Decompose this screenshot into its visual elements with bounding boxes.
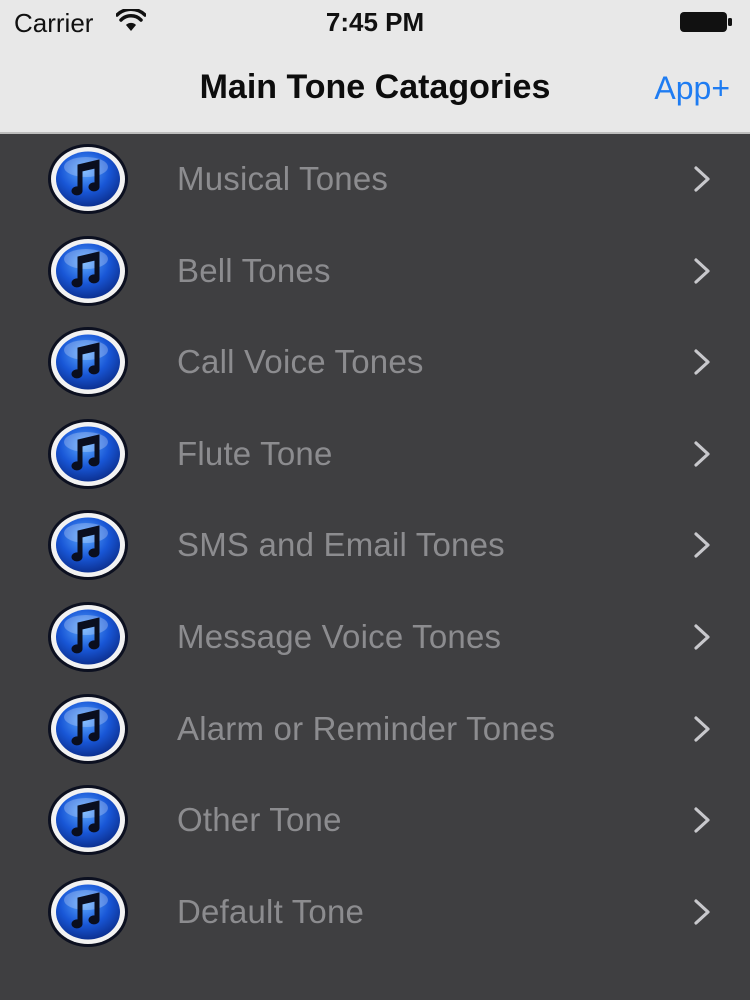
music-note-icon [47, 326, 129, 398]
chevron-right-icon [694, 166, 710, 192]
music-note-icon [47, 784, 129, 856]
list-item-label: Musical Tones [177, 160, 389, 197]
list-item[interactable]: Musical Tones [0, 134, 750, 226]
list-item-label: Flute Tone [177, 434, 333, 472]
list-item-label: Call Voice Tones [177, 343, 424, 381]
chevron-right-icon [694, 349, 710, 375]
chevron-right-icon [694, 899, 710, 925]
status-bar: Carrier 7:45 PM [0, 0, 750, 44]
music-note-icon [47, 509, 129, 581]
app-plus-button[interactable]: App+ [654, 70, 730, 107]
list-item-label: Message Voice Tones [177, 617, 502, 655]
list-item[interactable]: Message Voice Tones [0, 592, 750, 684]
music-note-icon [47, 143, 129, 215]
page-title: Main Tone Catagories [199, 68, 551, 106]
tone-category-list: Musical Tones Bell Tones Call Voice Tones F… [0, 134, 750, 1000]
chevron-right-icon [694, 257, 710, 284]
chevron-right-icon [694, 807, 710, 833]
list-item[interactable]: Other Tone [0, 775, 750, 867]
list-item[interactable]: SMS and Email Tones [0, 500, 750, 592]
list-item-label: Alarm or Reminder Tones [177, 709, 556, 747]
chevron-right-icon [694, 441, 710, 467]
list-item[interactable]: Bell Tones [0, 226, 750, 318]
music-note-icon [47, 235, 129, 307]
battery-icon [680, 12, 732, 32]
chevron-right-icon [694, 715, 710, 742]
music-note-icon [47, 418, 129, 490]
list-item[interactable]: Call Voice Tones [0, 317, 750, 409]
list-item-label: Bell Tones [177, 251, 331, 289]
list-item[interactable]: Alarm or Reminder Tones [0, 684, 750, 776]
chevron-right-icon [694, 532, 710, 558]
list-item[interactable]: Flute Tone [0, 409, 750, 501]
navigation-bar: Main Tone Catagories App+ [0, 44, 750, 134]
music-note-icon [47, 693, 129, 765]
list-item-label: Other Tone [177, 801, 342, 839]
list-item-label: SMS and Email Tones [177, 526, 505, 564]
chevron-right-icon [694, 624, 710, 650]
list-item[interactable]: Default Tone [0, 867, 750, 959]
music-note-icon [47, 601, 129, 673]
list-item-label: Default Tone [177, 892, 365, 930]
status-time: 7:45 PM [325, 7, 425, 37]
music-note-icon [47, 876, 129, 948]
